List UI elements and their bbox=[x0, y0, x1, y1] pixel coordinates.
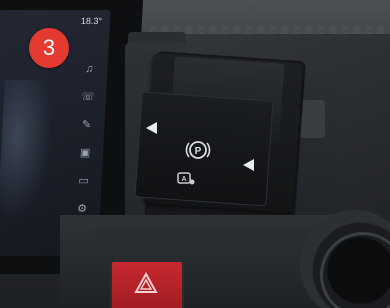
auto-hold-icon: A bbox=[176, 170, 196, 186]
screen-side-icons: ♫ ☏ ✎ ▣ ▭ ⚙ bbox=[70, 62, 102, 216]
hazard-button[interactable] bbox=[110, 260, 184, 308]
settings-icon[interactable]: ⚙ bbox=[75, 202, 90, 216]
parking-brake-icon: P bbox=[185, 137, 211, 163]
screen-status-bar: 18.3° bbox=[81, 16, 103, 26]
bus-icon[interactable]: ▣ bbox=[78, 146, 93, 160]
svg-text:A: A bbox=[181, 176, 186, 183]
music-icon[interactable]: ♫ bbox=[82, 62, 97, 76]
step-badge: 3 bbox=[29, 28, 69, 68]
wrench-icon[interactable]: ✎ bbox=[79, 118, 94, 132]
pointer-arrow-right bbox=[243, 159, 254, 171]
status-text: 18.3° bbox=[80, 16, 103, 26]
dashboard-scene: 18.3° ♫ ☏ ✎ ▣ ▭ ⚙ 3 P A bbox=[0, 0, 390, 308]
hazard-icon bbox=[134, 272, 158, 293]
screen-glow bbox=[0, 80, 55, 220]
svg-text:P: P bbox=[195, 146, 202, 157]
pointer-arrow-left bbox=[146, 122, 157, 134]
phone-icon[interactable]: ☏ bbox=[81, 90, 96, 104]
truck-icon[interactable]: ▭ bbox=[76, 174, 91, 188]
